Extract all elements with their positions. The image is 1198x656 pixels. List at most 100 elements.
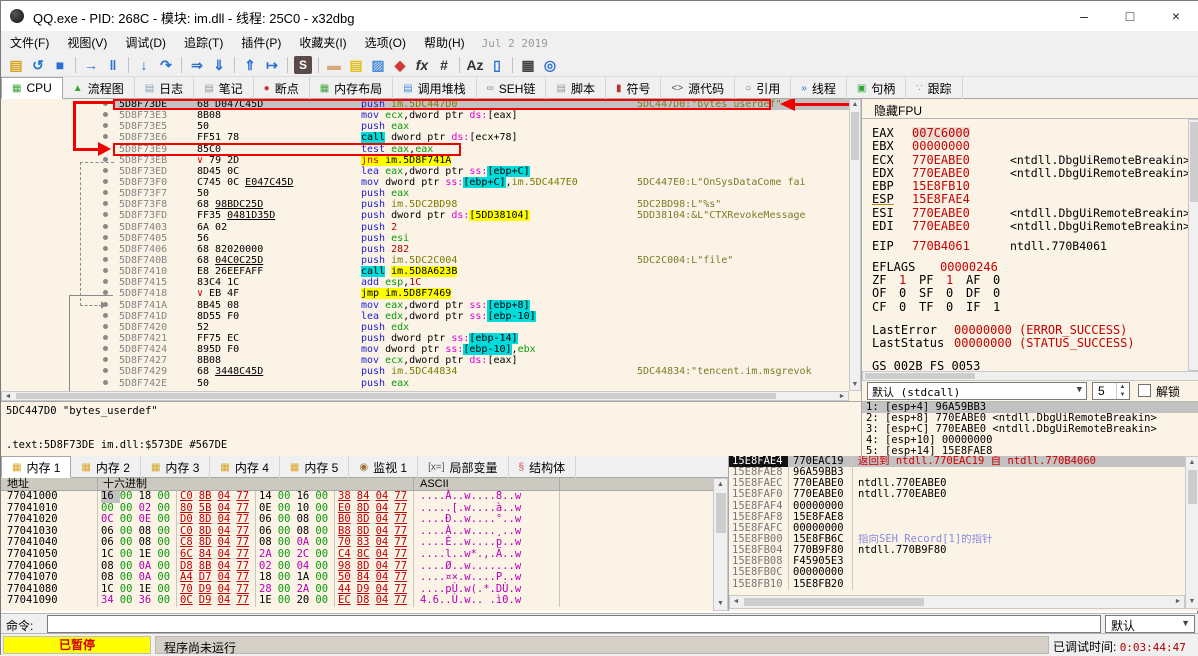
stack-vscrollbar[interactable]: ▲ ▼ (1185, 456, 1198, 609)
menu-item[interactable]: 选项(O) (356, 31, 415, 53)
disasm-row[interactable]: 5D8F7420 52 push edx (1, 322, 849, 333)
disasm-row[interactable]: 5D8F742E 50 push eax (1, 378, 849, 389)
memory-byte[interactable]: D7 (199, 572, 218, 584)
tab-memory-map[interactable]: ▦ 内存布局 (310, 77, 394, 99)
memory-byte[interactable]: 00 (315, 548, 334, 561)
register-value[interactable]: 15E8FB10 (912, 179, 970, 193)
memory-byte[interactable]: 04 (376, 548, 395, 561)
flag-value[interactable]: 0 (899, 300, 906, 314)
memory-row[interactable]: 77041070 08 00 0A 00 A4 D7 04 77 18 00 1A 00 50 84 04 77… (1, 572, 728, 584)
memory-byte[interactable]: 77 (236, 572, 255, 584)
tab-script[interactable]: ▤ 脚本 (546, 77, 606, 99)
hash-icon[interactable]: # (433, 55, 455, 75)
disasm-row[interactable]: 5D8F73F7 50 push eax (1, 188, 849, 199)
tab-seh[interactable]: ∞ SEH链 (477, 77, 547, 99)
register-value[interactable]: 00000000 (912, 139, 970, 153)
stack-row[interactable]: 15E8FAF0 770EABE0 ntdll.770EABE0 (729, 489, 1198, 501)
memory-byte[interactable]: 04 (218, 572, 237, 584)
tab-struct[interactable]: § 结构体 (509, 456, 577, 478)
memory-byte[interactable]: 00 (278, 572, 297, 584)
breakpoint-dot[interactable] (1, 188, 113, 199)
breakpoint-dot[interactable] (1, 366, 113, 377)
disasm-row[interactable]: 5D8F7403 6A 02 push 2 (1, 222, 849, 233)
register-row[interactable]: ZF 1 PF 1 AF 0 (862, 273, 1188, 287)
tab-trace[interactable]: ∵ 跟踪 (906, 77, 963, 99)
memory-byte[interactable]: 16 (101, 490, 120, 503)
menu-item[interactable]: 视图(V) (58, 31, 116, 53)
memory-byte[interactable]: 1A (297, 572, 316, 584)
disasm-row[interactable]: 5D8F7424 895D F0 mov dword ptr ss:[ebp-10]… (1, 344, 849, 356)
minimize-button[interactable]: – (1061, 1, 1107, 31)
register-row[interactable]: LastStatus 00000000 (STATUS_SUCCESS) (862, 336, 1188, 350)
memory-byte[interactable]: 34 (101, 595, 120, 607)
calculator-icon[interactable]: ▦ (517, 55, 539, 75)
breakpoint-dot[interactable] (1, 233, 113, 244)
tab-watch1[interactable]: ◉ 监视 1 (349, 456, 419, 478)
stack-hscrollbar[interactable]: ◄ ► (729, 595, 1185, 609)
stack-rows[interactable]: 15E8FAE4 770EAC19 返回到 ntdll.770EAC19 自 ntd… (729, 455, 1198, 590)
memory-byte[interactable]: 00 (315, 595, 334, 607)
patch-icon[interactable]: ▬ (323, 55, 345, 75)
memory-byte[interactable]: 38 (338, 490, 357, 503)
argument-count-stepper[interactable]: 5 ▲ ▼ (1092, 382, 1130, 400)
stack-row[interactable]: 15E8FB10 15E8FB20 (729, 578, 1198, 590)
register-row[interactable]: OF 0 SF 0 DF 0 (862, 286, 1188, 300)
menu-item[interactable]: 文件(F) (1, 31, 58, 53)
memory-byte[interactable]: C0 (180, 490, 199, 503)
registers-vscrollbar[interactable] (1188, 119, 1198, 371)
tab-dump1[interactable]: ▦ 内存 1 (1, 456, 72, 478)
run-icon[interactable]: → (80, 55, 102, 75)
tab-dump2[interactable]: ▦ 内存 2 (71, 456, 141, 478)
register-value[interactable]: 770EABE0 (912, 166, 970, 180)
memory-byte[interactable]: D8 (357, 595, 376, 607)
disasm-row[interactable]: 5D8F7415 83C4 1C add esp,1C (1, 277, 849, 288)
flag-value[interactable]: 0 (899, 286, 906, 300)
disasm-row[interactable]: 5D8F73E6 FF51 78 call dword ptr ds:[ecx+78… (1, 132, 849, 144)
memory-byte[interactable]: 00 (120, 595, 139, 607)
tab-dump3[interactable]: ▦ 内存 3 (141, 456, 211, 478)
memory-byte[interactable]: 04 (376, 572, 395, 584)
memory-byte[interactable]: 08 (101, 572, 120, 584)
pause-icon[interactable]: ‖ (102, 55, 124, 75)
memory-byte[interactable]: 0C (180, 595, 199, 607)
tab-dump5[interactable]: ▦ 内存 5 (280, 456, 350, 478)
step-out-icon[interactable]: ⇓ (208, 55, 230, 75)
disasm-row[interactable]: 5D8F73F0 C745 0C E047C45D mov dword ptr ss… (1, 176, 849, 188)
memory-byte[interactable]: 04 (218, 490, 237, 503)
register-value[interactable]: 770EABE0 (912, 153, 970, 167)
memory-byte[interactable]: 00 (278, 548, 297, 561)
memory-byte[interactable]: 2A (259, 548, 278, 561)
label-icon[interactable]: ▨ (367, 55, 389, 75)
menu-item[interactable]: 帮助(H) (415, 31, 474, 53)
register-value[interactable]: 15E8FAE4 (912, 193, 970, 207)
register-value[interactable]: 770EABE0 (912, 206, 970, 220)
execute-till-return-icon[interactable]: ⇑ (239, 55, 261, 75)
register-row[interactable]: EFLAGS 00000246 (862, 260, 1188, 274)
open-file-icon[interactable]: ▤ (5, 55, 27, 75)
memory-byte[interactable]: 77 (236, 490, 255, 503)
disasm-row[interactable]: 5D8F740B 68 04C0C25D push im.5DC2C004 5DC2C… (1, 255, 849, 266)
tab-call-stack[interactable]: ▤ 调用堆栈 (393, 77, 477, 99)
memory-byte[interactable]: 00 (157, 548, 176, 561)
breakpoint-dot[interactable] (1, 378, 113, 389)
disassembly-view[interactable]: 5D8F73DE 68 D047C45D push im.5DC447D0 5DC44… (1, 99, 849, 391)
memory-byte[interactable]: 1E (259, 595, 278, 607)
mobile-icon[interactable]: ▯ (486, 55, 508, 75)
breakpoint-dot[interactable] (1, 288, 113, 299)
memory-byte[interactable]: 77 (394, 490, 413, 503)
disasm-row[interactable]: 5D8F73EB ∨ 79 2D jns im.5D8F741A (1, 154, 849, 166)
stack-arguments-list[interactable]: 1: [esp+4] 96A59BB3 2: [esp+8] 770EABE0 <… (862, 401, 1198, 456)
disasm-row[interactable]: 5D8F7429 68 3448C45D push im.5DC44834 5DC44… (1, 366, 849, 377)
memory-byte[interactable]: 00 (278, 490, 297, 503)
disasm-row[interactable]: 5D8F7405 56 push esi (1, 233, 849, 244)
register-row[interactable]: LastError 00000000 (ERROR_SUCCESS) (862, 323, 1188, 337)
scylla-icon[interactable]: S (294, 55, 312, 74)
memory-byte[interactable]: D9 (199, 595, 218, 607)
register-row[interactable]: EBX 00000000 (862, 139, 1188, 153)
tab-breakpoints[interactable]: ● 断点 (254, 77, 310, 99)
memory-row[interactable]: 77041090 34 00 36 00 0C D9 04 77 1E 00 20 00 EC D8 04 77… (1, 595, 728, 607)
calling-convention-select[interactable]: 默认 (stdcall) ▼ (867, 382, 1087, 400)
register-value[interactable]: 770B4061 (912, 240, 970, 254)
breakpoint-dot[interactable] (1, 355, 113, 366)
tab-handles[interactable]: ▣ 句柄 (847, 77, 907, 99)
